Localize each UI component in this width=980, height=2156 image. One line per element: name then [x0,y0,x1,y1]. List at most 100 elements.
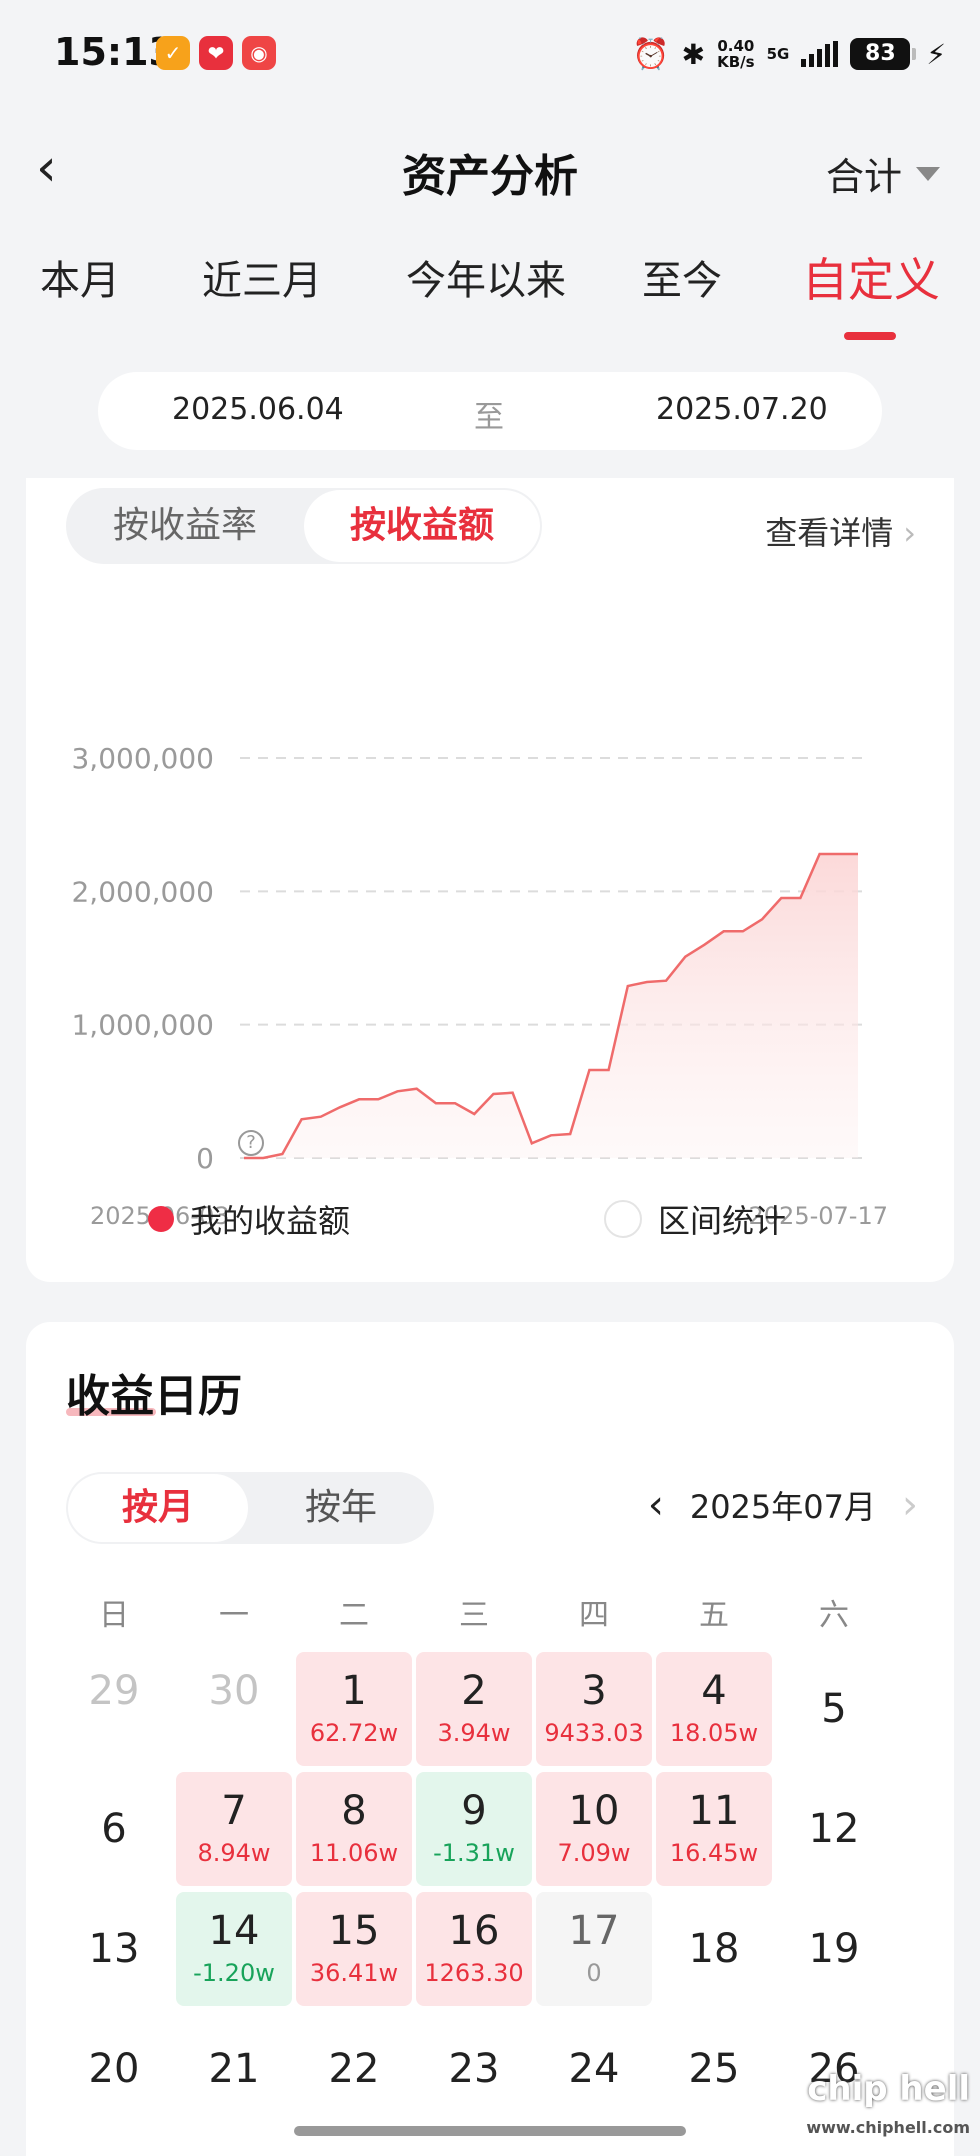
caret-down-icon [916,166,940,181]
tab-this-month[interactable]: 本月 [40,248,120,306]
y-tick-label: 2,000,000 [71,875,214,908]
tab-three-months[interactable]: 近三月 [202,248,322,306]
watermark-logo: chip hell [807,2069,970,2109]
day-earnings: 1263.30 [424,1959,524,1987]
day-number: 14 [208,1908,260,1954]
calendar-day-cell[interactable]: 20 [56,2012,172,2126]
app-notification-icon: ◉ [242,36,276,70]
weekday-header: 三 [459,1598,489,1633]
calendar-day-cell[interactable]: 16 1263.30 [416,1892,532,2006]
calendar-day-cell[interactable]: 25 [656,2012,772,2126]
calendar-day-cell[interactable]: 8 11.06w [296,1772,412,1886]
chart-card: 按收益率 按收益额 查看详情 › 3,000,000 2,000,000 1,000,… [26,478,954,1282]
day-number: 19 [808,1926,860,1972]
home-indicator[interactable] [294,2126,686,2136]
watermark: chip hell www.chiphell.com [770,2050,970,2137]
day-earnings: 8.94w [197,1839,271,1867]
calendar-day-cell[interactable]: 7 8.94w [176,1772,292,1886]
network-type: 5G [766,45,790,63]
calendar-day-cell[interactable]: 15 36.41w [296,1892,412,2006]
earnings-calendar-card: 收益日历 按月 按年 ‹ 2025年07月 › 日一二三四五六 29 30 1 62.… [26,1322,954,2156]
earnings-area [244,854,858,1158]
calendar-day-cell[interactable]: 22 [296,2012,412,2126]
calendar-day-cell[interactable]: 4 18.05w [656,1652,772,1766]
legend-label: 区间统计 [658,1202,787,1240]
net-speed: 0.40 KB/s [717,37,755,71]
calendar-day-cell[interactable]: 6 [56,1772,172,1886]
day-number: 5 [821,1686,847,1732]
tab-year-to-date[interactable]: 今年以来 [406,248,566,306]
legend-label: 我的收益额 [190,1202,351,1240]
weekday-header: 二 [339,1598,369,1633]
day-number: 16 [448,1908,500,1954]
day-number: 21 [208,2046,260,2092]
calendar-day-cell[interactable]: 1 62.72w [296,1652,412,1766]
toggle-by-month[interactable]: 按月 [68,1474,248,1542]
legend-dot-icon [148,1206,174,1232]
radio-empty-icon [604,1200,642,1238]
watermark-url: www.chiphell.com [806,2118,970,2137]
day-number: 10 [568,1788,620,1834]
day-number: 24 [568,2046,620,2092]
day-number: 4 [701,1668,727,1714]
status-right: ⏰ ✱ 0.40 KB/s 5G 83 ⚡ [632,34,946,74]
day-earnings: 0 [586,1959,602,1987]
end-date[interactable]: 2025.07.20 [656,392,828,427]
prev-month-icon[interactable]: ‹ [648,1482,664,1528]
earnings-chart: 3,000,0002,000,0001,000,00002025-06-0320… [71,742,888,1228]
day-earnings: 11.06w [309,1839,399,1867]
next-month-icon[interactable]: › [902,1482,918,1528]
calendar-day-cell[interactable]: 5 [776,1652,892,1766]
day-number: 12 [808,1806,860,1852]
calendar-day-cell[interactable]: 11 16.45w [656,1772,772,1886]
day-number: 18 [688,1926,740,1972]
day-number: 22 [328,2046,380,2092]
calendar-day-cell[interactable]: 17 0 [536,1892,652,2006]
charging-icon: ⚡ [926,37,946,71]
calendar-day-cell[interactable]: 9 -1.31w [416,1772,532,1886]
day-number: 23 [448,2046,500,2092]
day-earnings: 18.05w [669,1719,759,1747]
legend-range-stats[interactable]: 区间统计 [604,1196,786,1242]
day-number: 1 [341,1668,367,1714]
day-earnings: 16.45w [669,1839,759,1867]
bluetooth-icon: ✱ [681,37,706,71]
day-number: 17 [568,1908,620,1954]
status-bar: 15:13 ✓ ❤ ◉ ⏰ ✱ 0.40 KB/s 5G 83 ⚡ [0,0,980,110]
app-notification-icon: ❤ [199,36,233,70]
day-number: 6 [101,1806,127,1852]
calendar-day-cell[interactable]: 2 3.94w [416,1652,532,1766]
day-earnings: 36.41w [309,1959,399,1987]
day-earnings: 62.72w [309,1719,399,1747]
weekday-header: 四 [579,1598,609,1633]
month-navigator: ‹ 2025年07月 › [648,1482,918,1528]
help-icon[interactable]: ? [238,1130,264,1156]
start-date[interactable]: 2025.06.04 [172,392,344,427]
toggle-by-year[interactable]: 按年 [250,1472,432,1544]
day-number: 8 [341,1788,367,1834]
total-dropdown[interactable]: 合计 [826,146,940,201]
calendar-day-cell[interactable]: 13 [56,1892,172,2006]
calendar-day-cell[interactable]: 14 -1.20w [176,1892,292,2006]
calendar-day-cell[interactable]: 23 [416,2012,532,2126]
calendar-day-cell: 30 [176,1652,292,1766]
day-earnings: 7.09w [557,1839,631,1867]
calendar-day-cell[interactable]: 24 [536,2012,652,2126]
calendar-day-cell[interactable]: 18 [656,1892,772,2006]
calendar-day-cell[interactable]: 12 [776,1772,892,1886]
alarm-icon: ⏰ [632,36,670,72]
tab-custom[interactable]: 自定义 [802,244,940,310]
day-number: 30 [208,1668,260,1714]
calendar-day-cell[interactable]: 10 7.09w [536,1772,652,1886]
app-notification-icon: ✓ [156,36,190,70]
calendar-day-cell[interactable]: 3 9433.03 [536,1652,652,1766]
view-details-label: 查看详情 [765,514,894,552]
day-number: 29 [88,1668,140,1714]
y-tick-label: 0 [196,1142,214,1175]
calendar-day-cell[interactable]: 19 [776,1892,892,2006]
calendar-day-cell[interactable]: 21 [176,2012,292,2126]
day-number: 13 [88,1926,140,1972]
signal-icon [801,41,839,67]
tab-to-date[interactable]: 至今 [642,248,722,306]
legend-my-earnings[interactable]: 我的收益额 [148,1196,350,1242]
